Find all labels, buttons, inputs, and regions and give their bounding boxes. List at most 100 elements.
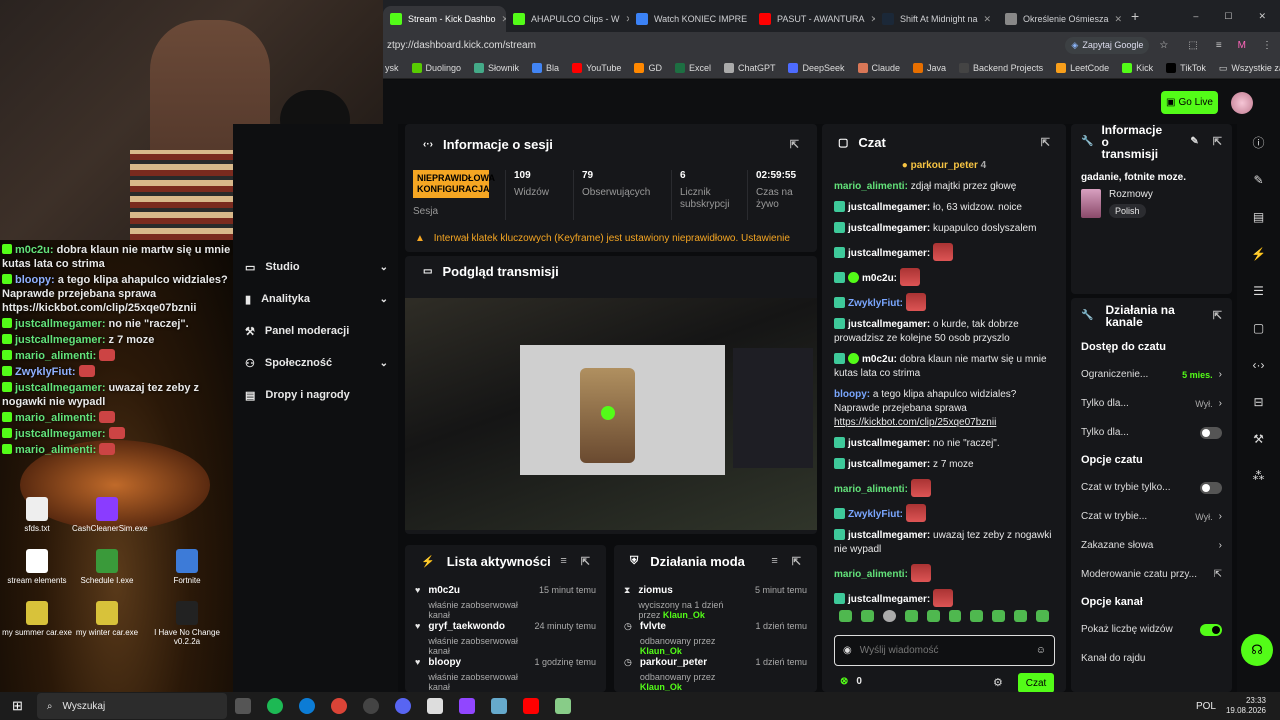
chat-username[interactable]: justcallmegamer: (848, 319, 930, 330)
close-icon[interactable]: ✕ (984, 14, 992, 25)
browser-tab[interactable]: Shift At Midnight na ✕ (875, 6, 998, 32)
emote-icon[interactable] (1036, 610, 1050, 622)
expand-icon[interactable]: ⇱ (790, 138, 799, 151)
activity-item[interactable]: ♥ gryf_taekwondo właśnie zaobserwował kana… (405, 621, 606, 657)
list-icon[interactable]: ☰ (1237, 272, 1280, 309)
chevron-down-icon[interactable]: ⌄ (380, 358, 388, 369)
channel-setting-row[interactable]: Czat w trybie tylko... (1071, 473, 1232, 502)
emote-icon[interactable] (839, 610, 852, 622)
mod-action-by[interactable]: Klaun_Ok (640, 682, 682, 692)
emoji-icon[interactable]: ☺ (1036, 645, 1046, 656)
go-live-button[interactable]: ▣ Go Live (1161, 91, 1218, 114)
chat-username[interactable]: justcallmegamer: (848, 459, 930, 470)
youtube-icon[interactable] (522, 698, 539, 714)
popout-icon[interactable]: ⇱ (1041, 136, 1050, 149)
chevron-down-icon[interactable]: ⌄ (380, 262, 388, 273)
expand-icon[interactable]: ⇱ (1213, 136, 1222, 148)
mod-action-item[interactable]: ◷ fvlvte odbanowany przez Klaun_Ok 1 dzień … (614, 621, 817, 657)
info-icon[interactable]: ⓘ (1237, 124, 1280, 161)
chat-username[interactable]: mario_alimenti: (834, 484, 908, 495)
chevron-right-icon[interactable]: › (1219, 511, 1222, 522)
emote-icon[interactable] (992, 610, 1006, 622)
bookmark-item[interactable]: DeepSeek (788, 63, 845, 73)
chat-username[interactable]: m0c2u: (862, 354, 897, 365)
emote-icon[interactable] (1014, 610, 1028, 622)
channel-setting-row[interactable]: Ograniczenie... 5 mies. › (1071, 360, 1232, 389)
activity-item[interactable]: ♥ m0c2u właśnie zaobserwował kanał 15 minut… (405, 585, 606, 621)
discord-icon[interactable] (394, 698, 411, 714)
desktop-icon[interactable]: I Have No Change v0.2.2a (152, 601, 222, 646)
external-link-icon[interactable]: ⇱ (1214, 569, 1222, 580)
kebab-icon[interactable]: ⋮ (1262, 40, 1272, 51)
chat-username[interactable]: m0c2u: (862, 273, 897, 284)
new-tab-icon[interactable]: + (1131, 8, 1139, 24)
toggle-switch[interactable] (1200, 426, 1222, 439)
bookmark-item[interactable]: Java (913, 63, 946, 73)
emote-icon[interactable] (904, 610, 918, 622)
extensions-icon[interactable]: ⬚ (1188, 40, 1197, 51)
bookmark-item[interactable]: TikTok (1166, 63, 1206, 73)
edge-icon[interactable] (298, 698, 315, 714)
nav-item-panel-moderacji[interactable]: ⚒ Panel moderacji (233, 315, 398, 347)
nav-item-studio[interactable]: ▭ Studio ⌄ (233, 251, 398, 283)
chat-username[interactable]: justcallmegamer: (848, 438, 930, 449)
emote-icon[interactable] (860, 610, 874, 622)
desktop-icon[interactable]: my summer car.exe (2, 601, 72, 646)
chat-icon[interactable]: ▢ (1237, 309, 1280, 346)
chat-username[interactable]: ZwyklyFiut: (848, 509, 903, 520)
desktop-icon[interactable]: Fortnite (152, 549, 222, 585)
mod-action-item[interactable]: ⧗ ziomus wyciszony na 1 dzień przez Klaun_… (614, 585, 817, 621)
minimize-icon[interactable]: – (1193, 11, 1198, 22)
expand-icon[interactable]: ⇱ (792, 555, 801, 568)
chevron-right-icon[interactable]: › (1219, 398, 1222, 409)
nodes-icon[interactable]: ⁂ (1237, 457, 1280, 494)
bookmark-item[interactable]: Słownik (474, 63, 519, 73)
bookmark-item[interactable]: Backend Projects (959, 63, 1043, 73)
wrench-icon[interactable]: ⚒ (1237, 420, 1280, 457)
chat-username[interactable]: mario_alimenti: (834, 181, 908, 192)
mod-action-item[interactable]: ◷ parkour_peter odbanowany przez Klaun_Ok 1… (614, 657, 817, 693)
mod-action-by[interactable]: Klaun_Ok (640, 646, 682, 656)
emote-icon[interactable] (926, 610, 940, 622)
bookmark-item[interactable]: Duolingo (411, 63, 461, 73)
bookmark-item[interactable]: LeetCode (1056, 63, 1109, 73)
gear-icon[interactable]: ⚙ (993, 676, 1003, 689)
url-text[interactable]: ztpy://dashboard.kick.com/stream (387, 40, 536, 51)
nav-item-analityka[interactable]: ▮ Analityka ⌄ (233, 283, 398, 315)
emote-icon[interactable] (970, 610, 984, 622)
pinned-user-bar[interactable]: ● parkour_peter 4 (822, 160, 1066, 178)
app-icon[interactable] (490, 698, 507, 714)
task-view-icon[interactable] (234, 698, 251, 714)
filter-icon[interactable]: ≡ (771, 555, 777, 567)
send-chat-button[interactable]: Czat (1018, 673, 1054, 693)
emote-icon[interactable] (948, 610, 962, 622)
nav-item-społeczność[interactable]: ⚇ Społeczność ⌄ (233, 347, 398, 379)
chat-username[interactable]: justcallmegamer: (848, 223, 930, 234)
spotify-icon[interactable] (266, 698, 283, 714)
browser-tab[interactable]: PASUT - AWANTURA ✕ (752, 6, 875, 32)
chat-username[interactable]: bloopy: (834, 389, 870, 400)
channel-setting-row[interactable]: Tylko dla... (1071, 418, 1232, 447)
desktop-icon[interactable]: Schedule I.exe (72, 549, 142, 585)
bookmark-item[interactable]: Claude (857, 63, 900, 73)
chevron-right-icon[interactable]: › (1219, 369, 1222, 380)
clock[interactable]: 23:33 19.08.2026 (1226, 696, 1266, 716)
layout-icon[interactable]: ⊟ (1237, 383, 1280, 420)
toggle-switch[interactable] (1200, 623, 1222, 636)
channel-setting-row[interactable]: Czat w trybie... Wył. › (1071, 502, 1232, 531)
lightning-icon[interactable]: ⚡ (1237, 235, 1280, 272)
chevron-down-icon[interactable]: ⌄ (380, 294, 388, 305)
twitch-icon[interactable] (458, 698, 475, 714)
support-button[interactable]: ☊ (1241, 634, 1273, 666)
chat-username[interactable]: justcallmegamer: (848, 202, 930, 213)
card-icon[interactable]: ▤ (1237, 198, 1280, 235)
browser-tab[interactable]: Stream - Kick Dashbo ✕ (383, 6, 506, 32)
clip-link[interactable]: https://kickbot.com/clip/25xqe07bznii (834, 417, 996, 428)
browser-tab[interactable]: Określenie Ośmiesza ✕ (998, 6, 1121, 32)
browser-tab[interactable]: AHAPULCO Clips - W✕ (506, 6, 629, 32)
broadcast-icon[interactable]: ‹·› (1237, 346, 1280, 383)
profile-icon[interactable]: M (1238, 40, 1246, 51)
chat-username[interactable]: justcallmegamer: (848, 530, 930, 541)
mod-action-by[interactable]: Klaun_Ok (663, 610, 705, 620)
ask-google-button[interactable]: ◈ Zapytaj Google (1065, 36, 1150, 54)
